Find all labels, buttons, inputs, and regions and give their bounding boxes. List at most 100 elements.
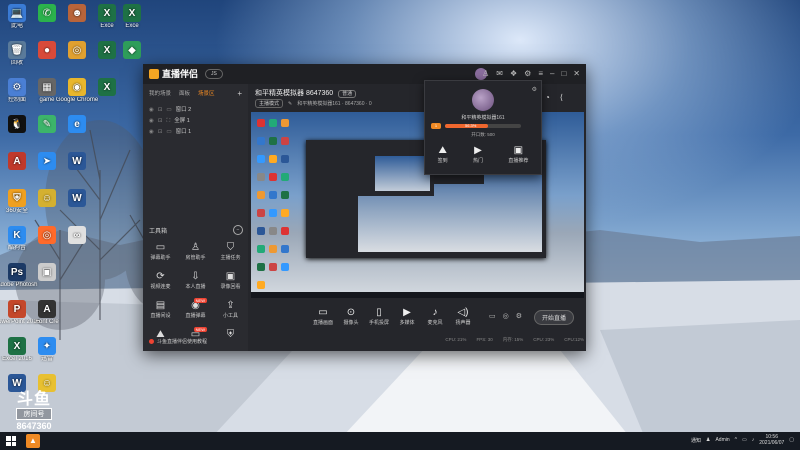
notification-icon[interactable]: ▢ — [789, 437, 794, 443]
room-meta: 和平精英模拟器161 · 8647360 · 0 — [297, 101, 372, 107]
start-live-button[interactable]: 开始直播 — [533, 310, 574, 325]
lock-icon[interactable]: ⊡ — [158, 116, 163, 127]
tool-item[interactable]: ⇪ 小工具 — [213, 300, 248, 319]
desktop-icon[interactable]: X Exce — [107, 4, 157, 30]
minimize-icon[interactable]: – — [550, 69, 554, 78]
preview-icon — [257, 281, 265, 289]
popup-settings-icon[interactable]: ⚙ — [532, 86, 537, 93]
tab-my-scenes[interactable]: 我的场景 — [149, 89, 171, 98]
desktop-icon[interactable]: W — [52, 189, 102, 208]
shirt-icon[interactable]: ♙ — [482, 69, 489, 78]
record-icon[interactable]: ▭ — [489, 312, 496, 320]
tutorial-link[interactable]: 斗鱼直播伴侣使用教程 — [149, 338, 207, 345]
tool-item[interactable]: ⇩ 本人直播 — [178, 271, 213, 290]
chevron-up-icon[interactable]: ^ — [735, 437, 737, 443]
version-pill[interactable]: JS — [205, 68, 223, 79]
add-scene-icon[interactable]: + — [237, 89, 242, 98]
source-control-icon: ▭ — [318, 306, 328, 318]
popup-action-icon: ▣ — [513, 145, 524, 156]
windows-start-icon[interactable] — [6, 436, 16, 446]
tool-item[interactable]: ⛉ 主播任务 — [213, 242, 248, 261]
tool-item[interactable]: ▭ 弹幕助手 — [143, 242, 178, 261]
preview-icon — [269, 119, 277, 127]
status-bar: CPU: 21% FPS: 30 内存: 15% CPU: 23% CPU:12% — [251, 337, 584, 343]
volume-icon[interactable]: ♪ — [752, 437, 755, 443]
source-control[interactable]: ⊙ 摄像头 — [337, 307, 365, 326]
desktop-icon-label: 迅雷 — [40, 356, 53, 362]
growth-text: 开口数: 500 — [471, 132, 495, 137]
desktop-icon[interactable]: X — [82, 78, 132, 97]
maximize-icon[interactable]: □ — [561, 69, 566, 78]
tool-item[interactable]: ♙ 房管助手 — [178, 242, 213, 261]
close-icon[interactable]: ✕ — [573, 69, 580, 78]
eye-icon[interactable]: ◉ — [149, 127, 154, 138]
desktop-icon[interactable]: ✦ 迅雷 — [22, 337, 72, 363]
share-icon[interactable]: ⟨ — [560, 93, 563, 102]
level-progress-label: 56.3% — [465, 123, 477, 128]
room-number-label: 房间号 — [16, 408, 52, 420]
menu-icon[interactable]: ≡ — [538, 69, 543, 78]
preview-icon — [281, 173, 289, 181]
preview-icon — [281, 137, 289, 145]
source-control-label: 直播画面 — [312, 319, 333, 326]
room-title[interactable]: 和平精英模拟器 8647360 — [255, 90, 333, 97]
clock[interactable]: 10:56 2021/06/07 — [759, 434, 784, 446]
desktop-icon[interactable]: e — [52, 115, 102, 134]
taskbar-app-icon[interactable]: ▲ — [26, 434, 40, 448]
source-control[interactable]: ▯ 手机投屏 — [365, 307, 393, 326]
desktop-icon[interactable]: ∞ — [52, 226, 102, 245]
tray-user[interactable]: Admin — [715, 437, 729, 443]
tab-panel[interactable]: 面板 — [179, 89, 190, 98]
user-icon[interactable]: ♟ — [706, 437, 710, 443]
new-badge: NEW — [193, 298, 207, 303]
source-control[interactable]: ▶ 多媒体 — [393, 307, 421, 326]
popup-action[interactable]: ▣ 直播推荐 — [508, 145, 528, 164]
tab-scene-area[interactable]: 场景区 — [198, 89, 215, 98]
clock-date: 2021/06/07 — [759, 440, 785, 446]
scene-item[interactable]: ◉ ⊡ ▭ 窗口 1 — [149, 127, 242, 138]
preview-icon — [269, 155, 277, 163]
edit-icon[interactable]: ✎ — [288, 101, 292, 107]
source-control[interactable]: ◁) 扬声器 — [449, 307, 477, 326]
gear-icon[interactable]: ⚙ — [516, 312, 522, 320]
desktop-app-icon: X — [98, 78, 116, 96]
mode-chip[interactable]: 主播模式 — [255, 99, 284, 108]
source-control-icon: ♪ — [432, 306, 438, 318]
desktop-app-icon: W — [68, 189, 86, 207]
tool-item[interactable]: ▤ 直播间设 — [143, 300, 178, 319]
desktop-icon[interactable]: ◆ — [107, 41, 157, 60]
message-icon[interactable]: ✉ — [496, 69, 503, 78]
eye-icon[interactable]: ◉ — [149, 116, 154, 127]
preview-icon — [257, 263, 265, 271]
skin-icon[interactable]: ❖ — [510, 69, 517, 78]
lock-icon[interactable]: ⊡ — [158, 127, 163, 138]
desktop-icon[interactable]: A Font Cre — [22, 300, 72, 326]
eye-icon[interactable]: ◉ — [149, 105, 154, 116]
tray-notification[interactable]: 通知 — [691, 437, 701, 444]
desktop-icon[interactable]: W — [52, 152, 102, 171]
network-icon[interactable]: ▭ — [742, 437, 747, 443]
tool-icon: ⛨ — [226, 329, 235, 340]
collapse-icon[interactable]: − — [233, 225, 243, 235]
tool-item[interactable]: ⟳ 视频连麦 — [143, 271, 178, 290]
tool-item[interactable]: ▣ 录像回看 — [213, 271, 248, 290]
popup-actions: ⛰ 签到 ▶ 热门 ▣ 直播推荐 — [425, 145, 541, 164]
scene-item[interactable]: ◉ ⊡ ⛶ 全屏 1 — [149, 116, 242, 127]
desktop-app-icon: ▣ — [38, 263, 56, 281]
popup-action[interactable]: ▶ 热门 — [473, 145, 483, 164]
tool-item[interactable]: ⛨ — [213, 329, 248, 341]
tool-label: 本人直播 — [185, 284, 206, 290]
popup-action[interactable]: ⛰ 签到 — [438, 145, 448, 164]
lock-icon[interactable]: ⊡ — [158, 105, 163, 116]
bell-icon[interactable]: ◔ — [545, 93, 550, 102]
source-control[interactable]: ▭ 直播画面 — [309, 307, 337, 326]
source-control[interactable]: ♪ 麦克风 — [421, 307, 449, 326]
scene-item[interactable]: ◉ ⊡ ▭ 窗口 2 — [149, 105, 242, 116]
toolbox-grid: ▭ 弹幕助手 ♙ 房管助手 ⛉ 主播任务 ⟳ 视频连麦 ⇩ 本人直播 ▣ 录像回看 ▤ 直播间设 ◉ NEW 直… — [143, 242, 248, 341]
beauty-icon[interactable]: ◎ — [503, 312, 509, 320]
window-icon: ▭ — [166, 129, 172, 135]
settings-icon[interactable]: ⚙ — [524, 69, 531, 78]
desktop-icon[interactable]: ▣ — [22, 263, 72, 282]
profile-avatar[interactable] — [472, 89, 494, 111]
tool-item[interactable]: ◉ NEW 直播弹幕 — [178, 298, 213, 319]
